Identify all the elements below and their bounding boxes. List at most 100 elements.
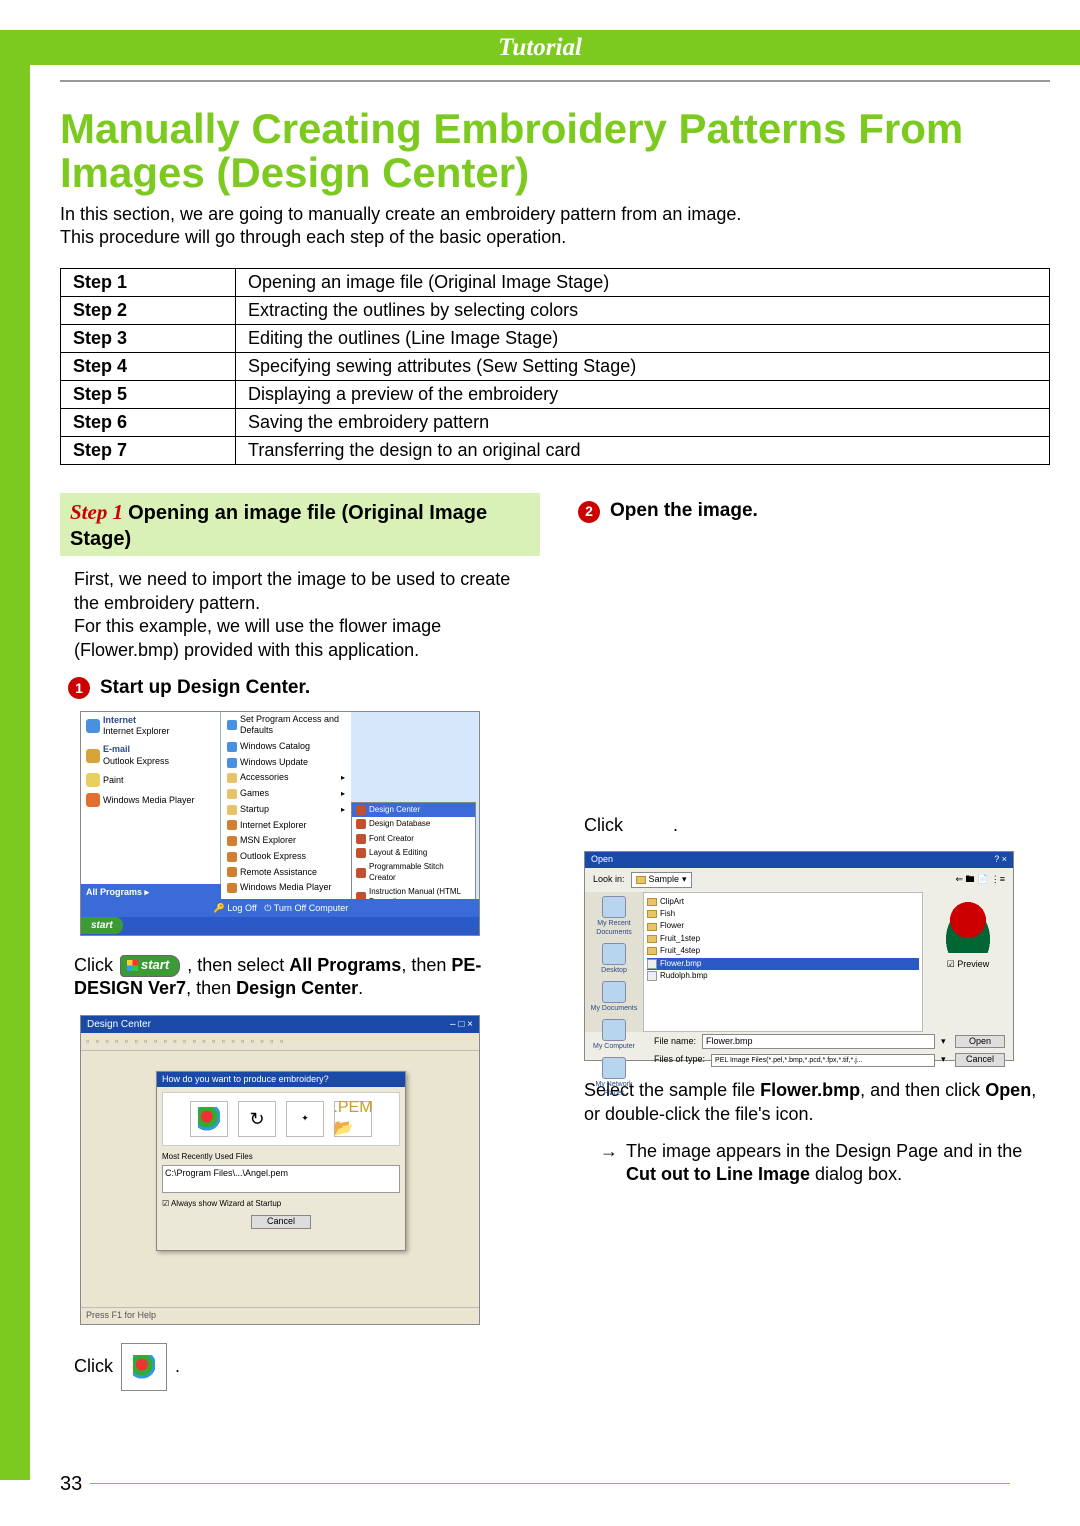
step1-heading: Step 1 Opening an image file (Original I…: [60, 493, 540, 556]
mail-icon: [86, 749, 100, 763]
txt-design-center: Design Center: [236, 978, 358, 998]
arrow-icon: →: [600, 1140, 618, 1187]
dc-toolbar: ▫ ▫ ▫ ▫ ▫ ▫ ▫ ▫ ▫ ▫ ▫ ▫ ▫ ▫ ▫ ▫ ▫ ▫ ▫ ▫ …: [81, 1033, 479, 1052]
sm-taskbar: start: [81, 917, 480, 935]
sm-paint: Paint: [103, 775, 124, 787]
txt-all-programs: All Programs: [289, 955, 401, 975]
step-desc-cell: Displaying a preview of the embroidery: [236, 381, 1050, 409]
od-open-button: Open: [955, 1035, 1005, 1049]
rose-preview-icon: [938, 898, 998, 953]
dc-mru-label: Most Recently Used Files: [162, 1152, 400, 1162]
start-menu-screenshot: InternetInternet Explorer E-mailOutlook …: [80, 711, 480, 936]
dc-titlebar: Design Center– □ ×: [81, 1016, 479, 1033]
od-file-item: Fruit_1step: [647, 933, 919, 945]
step-label-cell: Step 4: [61, 353, 236, 381]
od-file-item: Fruit_4step: [647, 945, 919, 957]
sm-program-item: Startup▸: [221, 802, 351, 818]
od-file-item: Rudolph.bmp: [647, 970, 919, 982]
txt-click: Click: [74, 955, 118, 975]
sm-program-item: Set Program Access and Defaults: [221, 712, 351, 739]
od-file-item: Flower.bmp: [647, 958, 919, 970]
wmp-icon: [86, 793, 100, 807]
od-places-item: My Network Places: [585, 1057, 643, 1098]
sm-wmp: Windows Media Player: [103, 795, 195, 807]
table-row: Step 7Transferring the design to an orig…: [61, 437, 1050, 465]
substep-2: 2 Open the image.: [578, 499, 1050, 524]
step-desc-cell: Specifying sewing attributes (Sew Settin…: [236, 353, 1050, 381]
od-places-item: My Computer: [593, 1019, 635, 1051]
ao-2: , and then click: [860, 1080, 985, 1100]
sm-bottom-bar: 🔑 Log Off ⏻ Turn Off Computer: [81, 899, 480, 917]
design-center-screenshot: Design Center– □ × ▫ ▫ ▫ ▫ ▫ ▫ ▫ ▫ ▫ ▫ ▫…: [80, 1015, 480, 1325]
step1-body: First, we need to import the image to be…: [74, 568, 534, 662]
table-row: Step 6Saving the embroidery pattern: [61, 409, 1050, 437]
step-label-cell: Step 3: [61, 325, 236, 353]
sm-email-sub: Outlook Express: [103, 756, 169, 766]
click-start-text: Click start , then select All Programs, …: [74, 954, 534, 1001]
inline-start-button: start: [120, 955, 180, 977]
step-desc-cell: Extracting the outlines by selecting col…: [236, 297, 1050, 325]
step-label-cell: Step 6: [61, 409, 236, 437]
sm-pedesign-item: Font Creator: [352, 832, 475, 846]
sm-program-item: Windows Catalog: [221, 739, 351, 755]
sm-internet-sub: Internet Explorer: [103, 726, 170, 736]
step-label-cell: Step 5: [61, 381, 236, 409]
od-filetype-label: Files of type:: [654, 1054, 705, 1066]
circle-1-icon: 1: [68, 677, 90, 699]
table-row: Step 2Extracting the outlines by selecti…: [61, 297, 1050, 325]
od-filename-label: File name:: [654, 1036, 696, 1048]
dc-mru-list: C:\Program Files\...\Angel.pem: [162, 1165, 400, 1193]
left-column: Step 1 Opening an image file (Original I…: [60, 493, 540, 1390]
od-filetype-value: PEL Image Files(*.pel,*.bmp,*.pcd,*.fpx,…: [711, 1054, 935, 1067]
paint-icon: [86, 773, 100, 787]
ao-r1: The image appears in the Design Page and…: [626, 1141, 1022, 1161]
header-label: Tutorial: [0, 34, 1080, 62]
od-file-item: ClipArt: [647, 896, 919, 908]
table-row: Step 5Displaying a preview of the embroi…: [61, 381, 1050, 409]
table-row: Step 1Opening an image file (Original Im…: [61, 269, 1050, 297]
right-column: 2 Open the image. Click . Open? × Look i…: [570, 493, 1050, 1390]
od-file-item: Flower: [647, 920, 919, 932]
sm-program-item: Outlook Express: [221, 849, 351, 865]
ao-open: Open: [985, 1080, 1031, 1100]
step-label-cell: Step 2: [61, 297, 236, 325]
od-preview-label: Preview: [957, 959, 989, 969]
dc-status-bar: Press F1 for Help: [81, 1307, 479, 1324]
txt-click3: Click: [584, 815, 623, 835]
sm-program-item: Internet Explorer: [221, 818, 351, 834]
parrot-button-icon: [121, 1343, 167, 1391]
folder-icon: [636, 876, 646, 884]
footer-rule: [90, 1483, 1010, 1484]
od-preview-pane: ☑ Preview: [923, 892, 1013, 1032]
dc-cancel-button: Cancel: [251, 1215, 311, 1229]
step1-body-line1: First, we need to import the image to be…: [74, 568, 534, 615]
step-desc-cell: Opening an image file (Original Image St…: [236, 269, 1050, 297]
result-line: → The image appears in the Design Page a…: [600, 1140, 1050, 1187]
od-places-item: My Documents: [591, 981, 638, 1013]
sm-program-item: Games▸: [221, 786, 351, 802]
step-desc-cell: Editing the outlines (Line Image Stage): [236, 325, 1050, 353]
sm-pedesign-item: Design Center: [352, 803, 475, 817]
result-text: The image appears in the Design Page and…: [626, 1140, 1050, 1187]
parrot-icon: [133, 1355, 155, 1379]
steps-table: Step 1Opening an image file (Original Im…: [60, 268, 1050, 465]
sm-program-item: Windows Update: [221, 755, 351, 771]
intro-line-2: This procedure will go through each step…: [60, 226, 1050, 249]
intro-text: In this section, we are going to manuall…: [60, 203, 1050, 248]
left-margin-bar: [0, 30, 30, 1480]
substep-2-title: Open the image.: [610, 499, 758, 524]
od-lookin-value: Sample: [649, 874, 680, 886]
sm-turnoff: Turn Off Computer: [274, 903, 349, 913]
step1-number: Step 1: [70, 500, 123, 524]
od-file-item: Fish: [647, 908, 919, 920]
txt-click2: Click: [74, 1355, 113, 1378]
txt-period1: .: [358, 978, 363, 998]
after-open-text: Select the sample file Flower.bmp, and t…: [584, 1079, 1044, 1126]
ao-cutout: Cut out to Line Image: [626, 1164, 810, 1184]
sm-program-item: Remote Assistance: [221, 865, 351, 881]
click-open-text: Click .: [584, 814, 1044, 837]
page-number: 33: [60, 1473, 82, 1496]
step-desc-cell: Transferring the design to an original c…: [236, 437, 1050, 465]
ao-flower: Flower.bmp: [760, 1080, 860, 1100]
dc-always-show-check: ☑ Always show Wizard at Startup: [162, 1199, 400, 1209]
